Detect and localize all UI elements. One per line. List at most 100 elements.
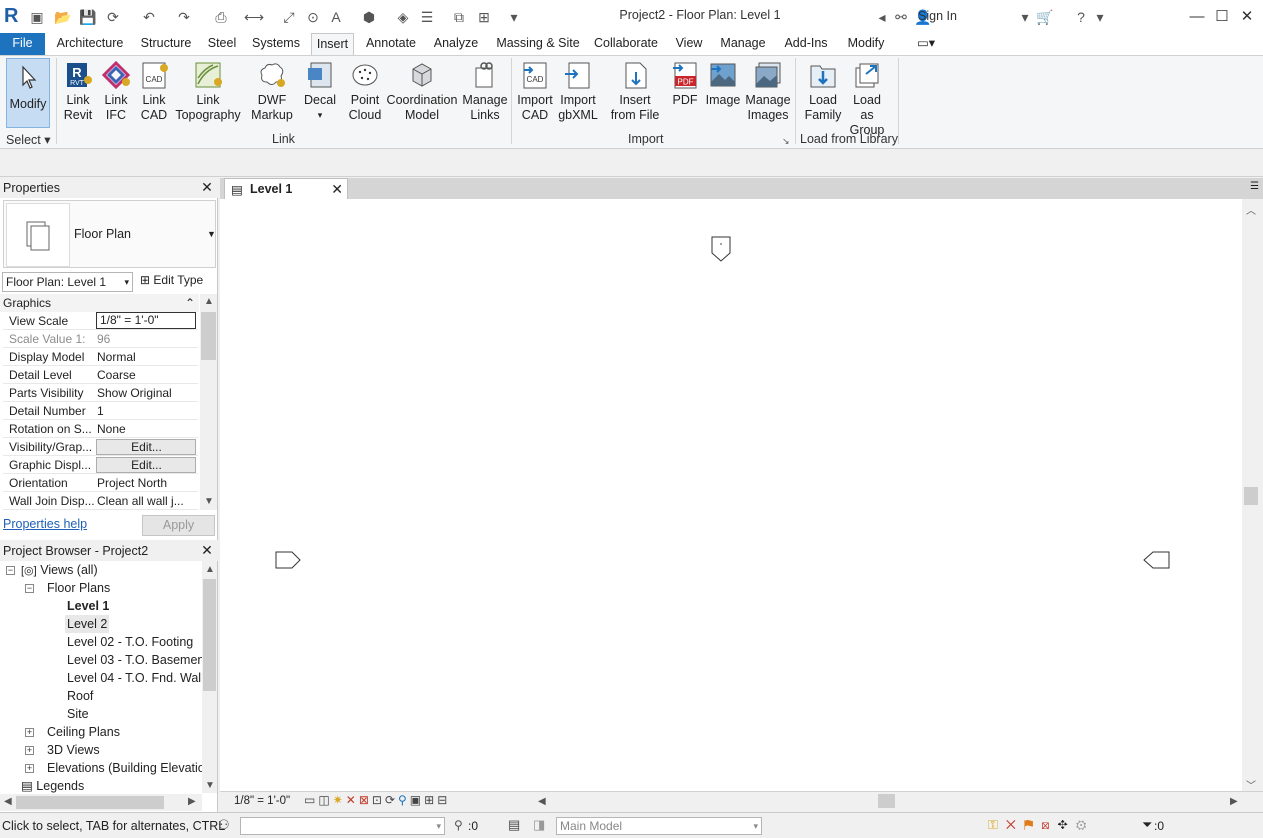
close-icon[interactable]: ✕: [331, 179, 343, 199]
canvas-vscrollbar[interactable]: ︿ ﹀: [1242, 199, 1261, 792]
dwf-markup-button[interactable]: DWF Markup: [248, 58, 296, 130]
design-option-select[interactable]: Main Model ▾: [556, 817, 762, 835]
editing-requests-icon[interactable]: ⚲: [454, 818, 463, 832]
close-hidden-icon[interactable]: ⧉: [450, 8, 468, 26]
prop-row[interactable]: Detail Level Coarse: [3, 366, 198, 384]
tree-item-level-04[interactable]: Level 04 - T.O. Fnd. Wall: [67, 669, 204, 687]
tree-item-site[interactable]: Site: [67, 705, 89, 723]
view-control-icons[interactable]: ▭◫✷✕⊠⊡⟳⚲▣⊞⊟: [304, 793, 450, 807]
scroll-right-icon[interactable]: ▶: [188, 796, 196, 807]
prop-row[interactable]: Wall Join Disp... Clean all wall j...: [3, 492, 198, 510]
design-option-editing-icon[interactable]: ◨: [533, 817, 545, 833]
chevron-left-icon[interactable]: ◂: [873, 8, 891, 26]
tab-structure[interactable]: Structure: [135, 33, 197, 55]
tab-architecture[interactable]: Architecture: [49, 33, 131, 55]
tree-item-level-03[interactable]: Level 03 - T.O. Basement: [67, 651, 208, 669]
thin-lines-icon[interactable]: ☰: [418, 8, 436, 26]
scroll-thumb[interactable]: [201, 312, 216, 360]
tab-add-ins[interactable]: Add-Ins: [780, 33, 832, 55]
minimize-button[interactable]: —: [1183, 6, 1211, 28]
scroll-thumb[interactable]: [203, 579, 216, 691]
scroll-down-icon[interactable]: ▼: [205, 780, 215, 791]
maximize-button[interactable]: ☐: [1208, 6, 1236, 28]
graphics-group-header[interactable]: Graphics ⌃: [0, 294, 199, 312]
import-gbxml-button[interactable]: Import gbXML: [556, 58, 600, 130]
tree-item-3d-views[interactable]: 3D Views: [47, 741, 100, 759]
switch-windows-icon[interactable]: ⊞: [475, 8, 493, 26]
import-cad-button[interactable]: CAD Import CAD: [514, 58, 556, 130]
close-icon[interactable]: ✕: [200, 180, 214, 194]
ribbon-toggle-icon[interactable]: ▭▾: [908, 33, 944, 55]
open-icon[interactable]: 📂: [54, 8, 72, 26]
sign-in-button[interactable]: Sign In: [918, 9, 957, 23]
link-revit-button[interactable]: RVT R Link Revit: [60, 58, 96, 130]
sync-icon[interactable]: ⟳: [104, 8, 122, 26]
drawing-canvas[interactable]: [220, 199, 1242, 791]
tree-item-level-02[interactable]: Level 02 - T.O. Footing: [67, 633, 193, 651]
link-ifc-button[interactable]: Link IFC: [98, 58, 134, 130]
select-panel-title[interactable]: Select ▾: [6, 132, 51, 147]
help-dropdown-icon[interactable]: ▾: [1091, 8, 1109, 26]
insert-from-file-button[interactable]: Insert from File: [606, 58, 664, 130]
help-icon[interactable]: ?: [1072, 8, 1090, 26]
instance-filter-select[interactable]: Floor Plan: Level 1 ▾: [2, 272, 133, 292]
prop-row[interactable]: Orientation Project North: [3, 474, 198, 492]
binoculars-icon[interactable]: ⚯: [892, 8, 910, 26]
link-topography-button[interactable]: Link Topography: [174, 58, 242, 130]
manage-images-button[interactable]: Manage Images: [744, 58, 792, 130]
save-icon[interactable]: 💾: [79, 8, 97, 26]
edit-type-button[interactable]: ⊞ Edit Type: [140, 273, 203, 287]
tab-massing-site[interactable]: Massing & Site: [490, 33, 586, 55]
prop-row[interactable]: Rotation on S... None: [3, 420, 198, 438]
design-options-icon[interactable]: ▤: [508, 817, 520, 833]
collapse-icon[interactable]: −: [25, 584, 34, 593]
section-icon[interactable]: ◈: [394, 8, 412, 26]
view-scale-input[interactable]: 1/8" = 1'-0": [96, 312, 196, 329]
measure-icon[interactable]: ⟷: [244, 8, 264, 26]
decal-button[interactable]: Decal ▾: [300, 58, 340, 130]
image-button[interactable]: Image: [704, 58, 742, 130]
tree-item-elevations[interactable]: Elevations (Building Elevation: [47, 759, 203, 777]
tree-item-floor-plans[interactable]: Floor Plans: [47, 579, 110, 597]
tab-overflow-icon[interactable]: ☰: [1250, 181, 1259, 192]
tag-icon[interactable]: ⊙: [304, 8, 322, 26]
prop-row[interactable]: Parts Visibility Show Original: [3, 384, 198, 402]
tree-item-legends[interactable]: ▤ Legends: [21, 777, 84, 795]
graphic-display-edit-button[interactable]: Edit...: [96, 457, 196, 473]
3d-view-icon[interactable]: ⬢: [360, 8, 378, 26]
scroll-down-icon[interactable]: ▼: [204, 496, 214, 507]
tree-item-roof[interactable]: Roof: [67, 687, 93, 705]
h-scroll-thumb[interactable]: [878, 794, 895, 808]
home-icon[interactable]: ▣: [28, 8, 46, 26]
undo-icon[interactable]: ↶: [140, 8, 158, 26]
tab-insert[interactable]: Insert: [311, 33, 354, 55]
scroll-down-icon[interactable]: ﹀: [1246, 777, 1256, 792]
filter-icon[interactable]: ⏷: [1142, 817, 1152, 833]
tab-steel[interactable]: Steel: [201, 33, 243, 55]
coordination-model-button[interactable]: Coordination Model: [386, 58, 458, 130]
scroll-thumb[interactable]: [16, 796, 164, 809]
scroll-up-icon[interactable]: ▲: [204, 296, 214, 307]
tab-systems[interactable]: Systems: [247, 33, 305, 55]
load-family-button[interactable]: Load Family: [801, 58, 845, 130]
tab-file[interactable]: File: [0, 33, 45, 55]
cart-icon[interactable]: 🛒: [1036, 8, 1054, 26]
tab-analyze[interactable]: Analyze: [428, 33, 484, 55]
redo-icon[interactable]: ↷: [175, 8, 193, 26]
import-panel-launcher-icon[interactable]: ↘: [782, 136, 790, 147]
tab-modify[interactable]: Modify: [840, 33, 892, 55]
selection-filter-icons[interactable]: ⚿✕⚑⊠✥⚙: [988, 817, 1094, 833]
chevron-down-icon[interactable]: ▾: [1016, 8, 1034, 26]
tree-item-views-all[interactable]: [◎] Views (all): [21, 561, 98, 580]
prop-row[interactable]: View Scale 1/8" = 1'-0": [3, 312, 198, 330]
properties-scrollbar[interactable]: ▲ ▼: [200, 294, 217, 510]
scroll-thumb[interactable]: [1244, 487, 1258, 505]
tab-view[interactable]: View: [672, 33, 706, 55]
print-icon[interactable]: ⎙: [212, 8, 230, 26]
scroll-up-icon[interactable]: ︿: [1246, 202, 1256, 217]
aligned-dimension-icon[interactable]: ⤢: [280, 8, 298, 26]
properties-help-link[interactable]: Properties help: [3, 517, 87, 531]
tab-collaborate[interactable]: Collaborate: [590, 33, 662, 55]
close-window-button[interactable]: ✕: [1233, 6, 1261, 28]
pdf-button[interactable]: PDF PDF: [666, 58, 704, 130]
